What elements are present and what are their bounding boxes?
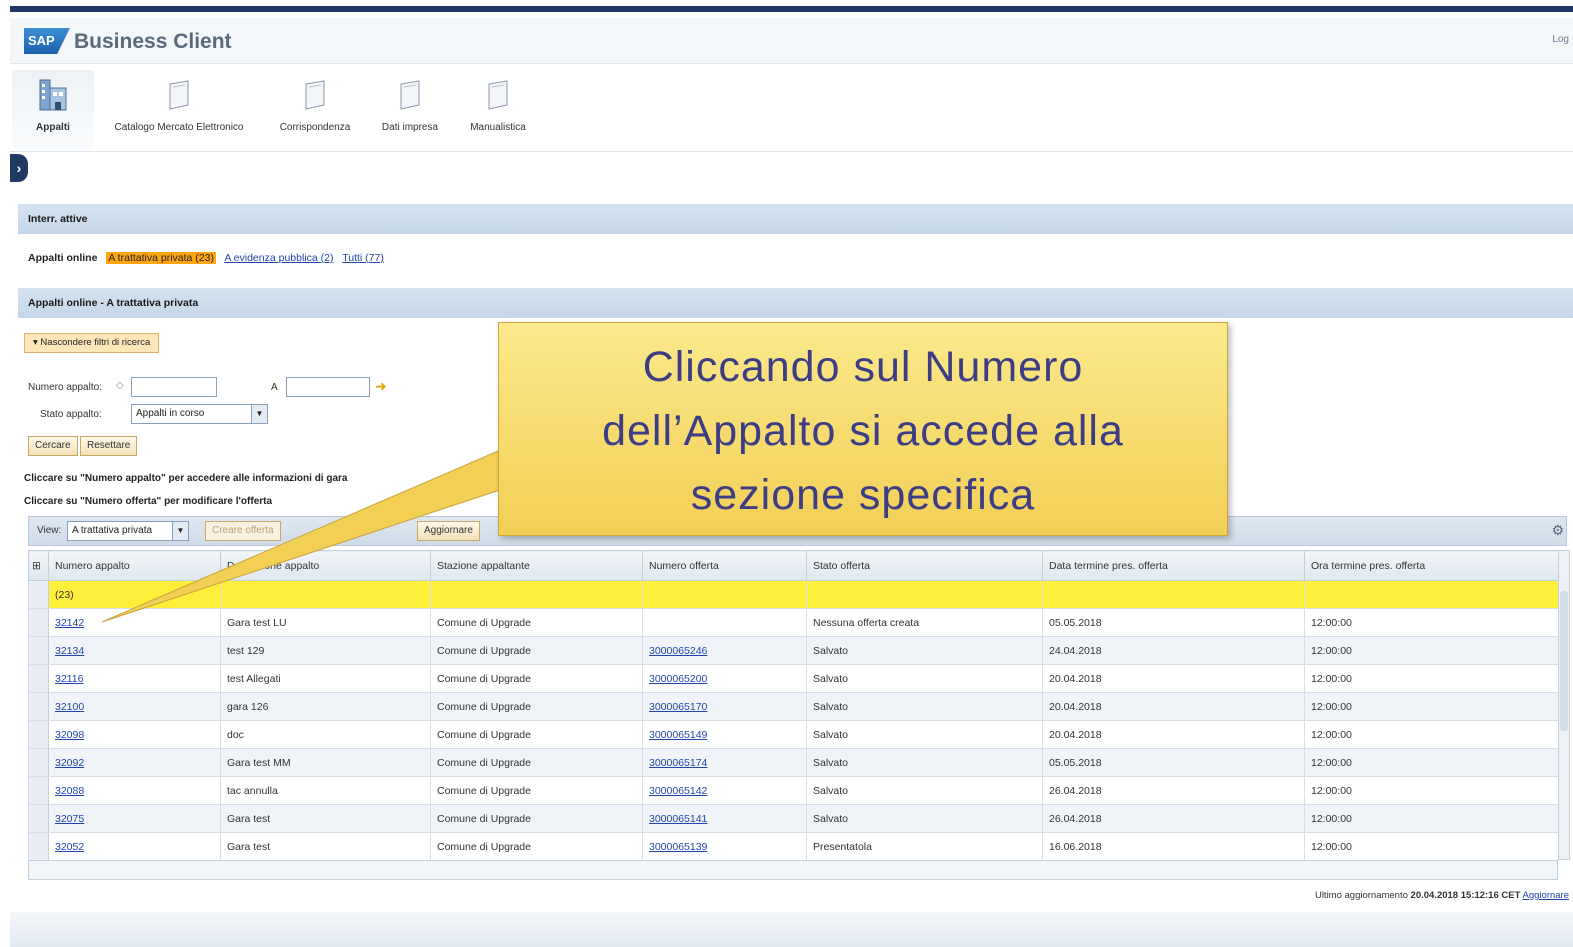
callout-line: Cliccando sul Numero [642, 343, 1084, 391]
callout-line: sezione specifica [690, 471, 1036, 519]
instruction-callout: Cliccando sul Numero dell’Appalto si acc… [498, 322, 1228, 536]
callout-line: dell’Appalto si accede alla [602, 407, 1124, 455]
